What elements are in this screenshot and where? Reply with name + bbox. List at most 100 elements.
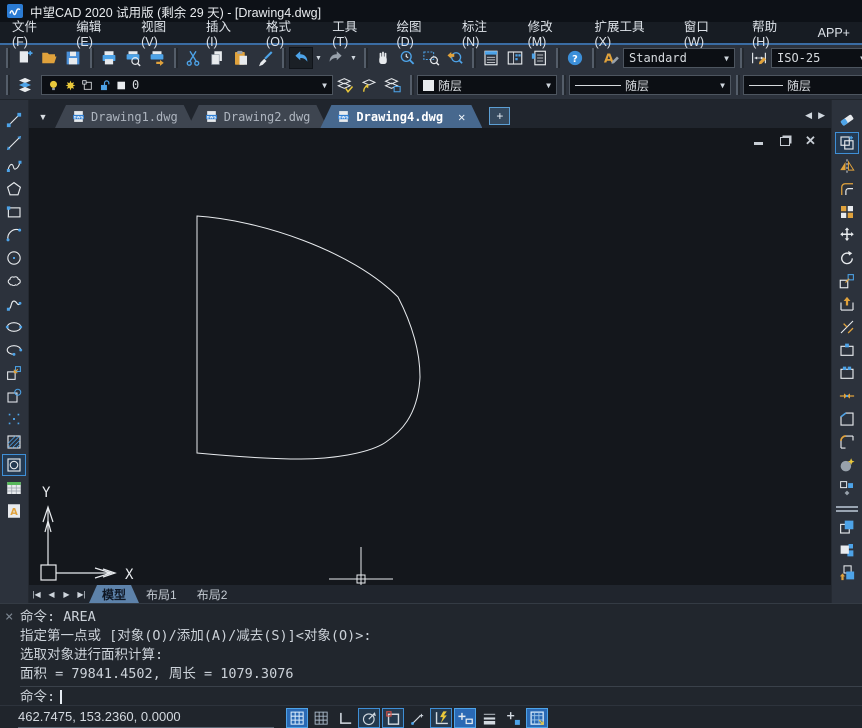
explode-button[interactable] [835, 477, 859, 499]
close-icon[interactable]: × [5, 611, 13, 623]
polar-toggle[interactable] [358, 708, 380, 728]
erase-button[interactable] [835, 109, 859, 131]
break-at-point-button[interactable] [835, 339, 859, 361]
chamfer-button[interactable] [835, 408, 859, 430]
draworder-above-button[interactable] [835, 562, 859, 584]
copy-clip-button[interactable] [205, 47, 229, 69]
osnap-toggle[interactable] [382, 708, 404, 728]
dim-style-select[interactable]: ISO-25▼ [771, 48, 862, 68]
join-button[interactable] [835, 385, 859, 407]
properties-button[interactable] [479, 47, 503, 69]
new-tab-button[interactable]: + [489, 107, 510, 125]
text-style-button[interactable]: A [599, 47, 623, 69]
region-button[interactable] [2, 454, 26, 476]
move-button[interactable] [835, 224, 859, 246]
spline-button[interactable] [2, 293, 26, 315]
menu-item-app+[interactable]: APP+ [806, 22, 862, 43]
grid-toggle[interactable] [310, 708, 332, 728]
layout-tab-2[interactable]: 布局1 [133, 585, 190, 603]
snap-toggle[interactable] [286, 708, 308, 728]
menu-item-x[interactable]: 扩展工具(X) [582, 22, 671, 43]
redo-button[interactable] [324, 47, 348, 69]
point-button[interactable] [2, 408, 26, 430]
tracking-toggle[interactable] [502, 708, 524, 728]
copy-button[interactable] [835, 132, 859, 154]
menu-item-h[interactable]: 帮助(H) [740, 22, 806, 43]
draworder-back-button[interactable] [835, 539, 859, 561]
minimize-icon[interactable] [752, 135, 765, 147]
lineweight-select[interactable]: 随层 [743, 75, 862, 95]
menu-item-w[interactable]: 窗口(W) [672, 22, 740, 43]
layout-nav-prev-icon[interactable]: ◀ [44, 590, 59, 599]
draworder-front-button[interactable] [835, 516, 859, 538]
offset-button[interactable] [835, 178, 859, 200]
plot-preview-button[interactable] [121, 47, 145, 69]
circle-button[interactable] [2, 247, 26, 269]
command-prompt[interactable]: 命令: [20, 686, 862, 708]
menu-item-m[interactable]: 修改(M) [516, 22, 583, 43]
arc-button[interactable] [2, 224, 26, 246]
paste-button[interactable] [229, 47, 253, 69]
document-tab-3[interactable]: DWGDrawing4.dwg✕ [320, 105, 482, 128]
insert-block-button[interactable] [2, 362, 26, 384]
layer-properties-button[interactable] [13, 74, 37, 96]
ellipse-arc-button[interactable] [2, 339, 26, 361]
make-block-button[interactable] [2, 385, 26, 407]
zoom-realtime-button[interactable] [395, 47, 419, 69]
d-shape[interactable] [197, 216, 420, 459]
array-button[interactable] [835, 201, 859, 223]
menu-item-t[interactable]: 工具(T) [320, 22, 384, 43]
zoom-previous-button[interactable] [443, 47, 467, 69]
rectangle-button[interactable] [2, 201, 26, 223]
save-button[interactable] [61, 47, 85, 69]
break-button[interactable] [835, 362, 859, 384]
command-line[interactable]: × 命令: AREA指定第一点或 [对象(O)/添加(A)/减去(S)]<对象(… [0, 603, 862, 705]
fillet-button[interactable] [835, 431, 859, 453]
line-button[interactable] [2, 109, 26, 131]
publish-button[interactable] [145, 47, 169, 69]
dyn-toggle[interactable] [454, 708, 476, 728]
trim-button[interactable] [835, 316, 859, 338]
close-icon[interactable]: ✕ [804, 135, 817, 147]
document-tab-1[interactable]: DWGDrawing1.dwg [55, 105, 195, 128]
layout-tab-1[interactable]: 模型 [89, 585, 139, 603]
restore-icon[interactable] [778, 135, 791, 147]
mtext-button[interactable]: A [2, 500, 26, 522]
ortho-toggle[interactable] [334, 708, 356, 728]
help-button[interactable]: ? [563, 47, 587, 69]
menu-item-o[interactable]: 格式(O) [254, 22, 320, 43]
lineweight-toggle[interactable] [478, 708, 500, 728]
open-button[interactable] [37, 47, 61, 69]
tab-list-menu-button[interactable]: ▼ [31, 106, 55, 128]
otrack-toggle[interactable] [406, 708, 428, 728]
menu-item-f[interactable]: 文件(F) [0, 22, 64, 43]
redo-dropdown-icon[interactable]: ▼ [348, 55, 359, 62]
new-button[interactable] [13, 47, 37, 69]
match-properties-button[interactable] [253, 47, 277, 69]
menu-item-v[interactable]: 视图(V) [129, 22, 194, 43]
undo-dropdown-icon[interactable]: ▼ [313, 55, 324, 62]
dim-style-button[interactable] [747, 47, 771, 69]
menu-item-n[interactable]: 标注(N) [450, 22, 516, 43]
zoom-window-button[interactable] [419, 47, 443, 69]
polyline-button[interactable] [2, 155, 26, 177]
revision-cloud-button[interactable] [2, 270, 26, 292]
menu-item-d[interactable]: 绘图(D) [384, 22, 450, 43]
mirror-button[interactable] [835, 155, 859, 177]
model-space-toggle[interactable] [526, 708, 548, 728]
tool-palettes-button[interactable] [527, 47, 551, 69]
tab-scroll-right-icon[interactable]: ▶ [818, 110, 825, 121]
pan-button[interactable] [371, 47, 395, 69]
menu-item-e[interactable]: 编辑(E) [64, 22, 129, 43]
polygon-button[interactable] [2, 178, 26, 200]
undo-button[interactable] [289, 47, 313, 69]
hatch-button[interactable] [2, 431, 26, 453]
blend-curves-button[interactable] [835, 454, 859, 476]
document-tab-2[interactable]: DWGDrawing2.dwg [188, 105, 328, 128]
layout-nav-first-icon[interactable]: |◀ [29, 590, 44, 599]
layout-nav-next-icon[interactable]: ▶ [59, 590, 74, 599]
rotate-button[interactable] [835, 247, 859, 269]
design-center-button[interactable] [503, 47, 527, 69]
ellipse-button[interactable] [2, 316, 26, 338]
layer-previous-button[interactable] [357, 74, 381, 96]
